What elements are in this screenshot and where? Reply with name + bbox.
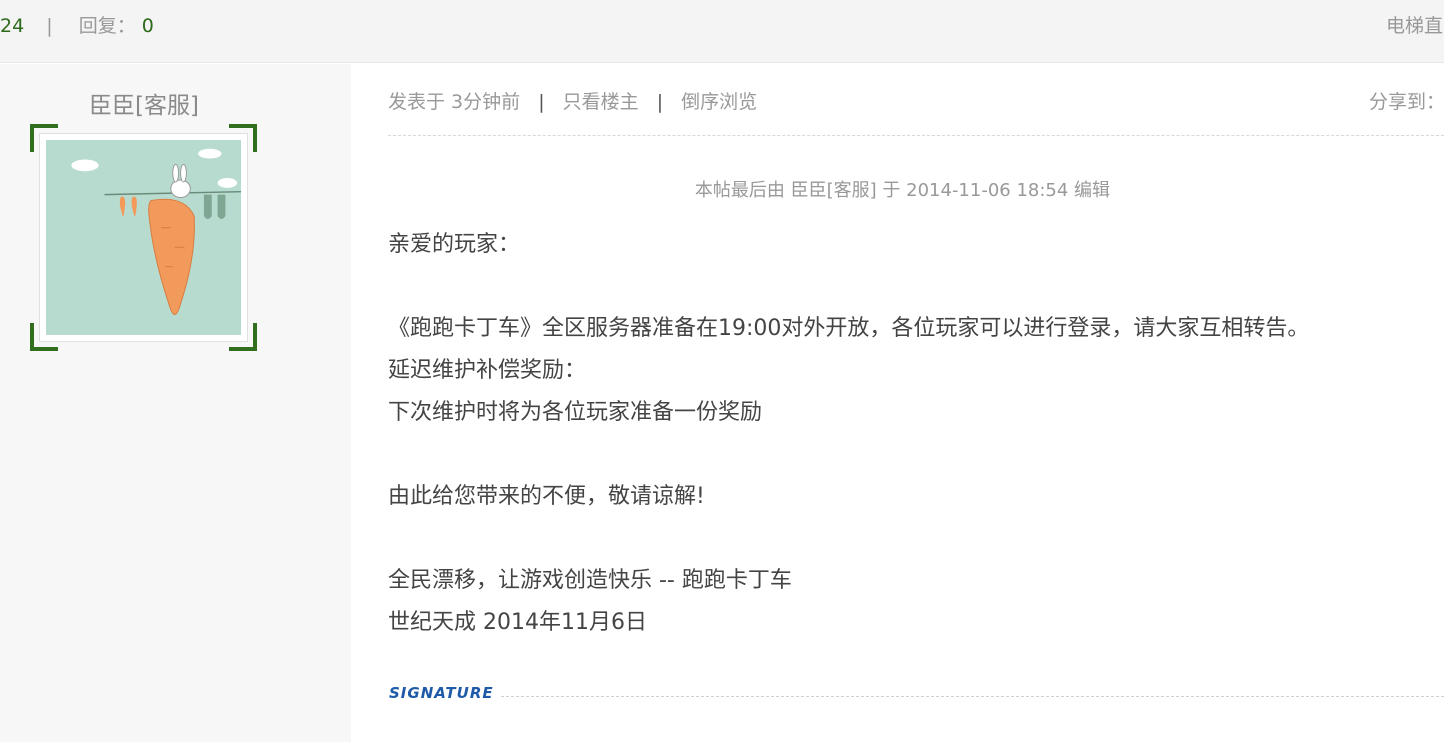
- floor-jump-link[interactable]: 电梯直: [1386, 11, 1443, 38]
- edit-notice: 本帖最后由 臣臣[客服] 于 2014-11-06 18:54 编辑: [694, 180, 1111, 201]
- carrot-bunny-avatar-icon: [46, 140, 241, 335]
- post-line: 由此给您带来的不便，敬请谅解!: [388, 484, 705, 509]
- thread-stats: 24 | 回复： 0: [0, 11, 154, 38]
- reply-count: 0: [141, 15, 154, 37]
- post-line: 下次维护时将为各位玩家准备一份奖励: [388, 400, 763, 425]
- view-count: 24: [0, 15, 25, 37]
- meta-divider-line: [388, 135, 1444, 136]
- author-sidebar: 臣臣[客服]: [0, 64, 351, 742]
- post-line: [388, 266, 1309, 308]
- share-label: 分享到：: [1369, 91, 1444, 113]
- post-body: 亲爱的玩家： 《跑跑卡丁车》全区服务器准备在19:00对外开放，各位玩家可以进行…: [388, 224, 1309, 644]
- thread-stats-bar: 24 | 回复： 0 电梯直: [0, 0, 1444, 63]
- reverse-view-link[interactable]: 倒序浏览: [681, 91, 757, 113]
- meta-divider: |: [538, 91, 545, 113]
- only-author-link[interactable]: 只看楼主: [563, 91, 639, 113]
- signature-divider: [501, 696, 1444, 697]
- post-main: 发表于 3分钟前 | 只看楼主 | 倒序浏览 分享到： 本帖最后由 臣臣[客服]…: [351, 64, 1444, 742]
- post-line: 全民漂移，让游戏创造快乐 -- 跑跑卡丁车: [388, 568, 792, 593]
- post-line: 亲爱的玩家：: [388, 232, 521, 257]
- post-line: 《跑跑卡丁车》全区服务器准备在19:00对外开放，各位玩家可以进行登录，请大家互…: [388, 316, 1310, 341]
- avatar-frame[interactable]: [30, 124, 257, 351]
- reply-label: 回复：: [78, 15, 136, 37]
- posted-time: 发表于 3分钟前: [388, 91, 521, 113]
- avatar[interactable]: [39, 133, 248, 342]
- signature-label: SIGNATURE: [389, 684, 494, 702]
- post-line: [388, 434, 1309, 476]
- post-line: 延迟维护补偿奖励：: [388, 358, 587, 383]
- post-line: [388, 518, 1309, 560]
- post-line: 世纪天成 2014年11月6日: [388, 610, 647, 635]
- meta-divider: |: [656, 91, 664, 113]
- author-name[interactable]: 臣臣[客服]: [0, 86, 288, 120]
- post-meta: 发表于 3分钟前 | 只看楼主 | 倒序浏览: [388, 87, 757, 114]
- stats-divider: |: [46, 15, 53, 37]
